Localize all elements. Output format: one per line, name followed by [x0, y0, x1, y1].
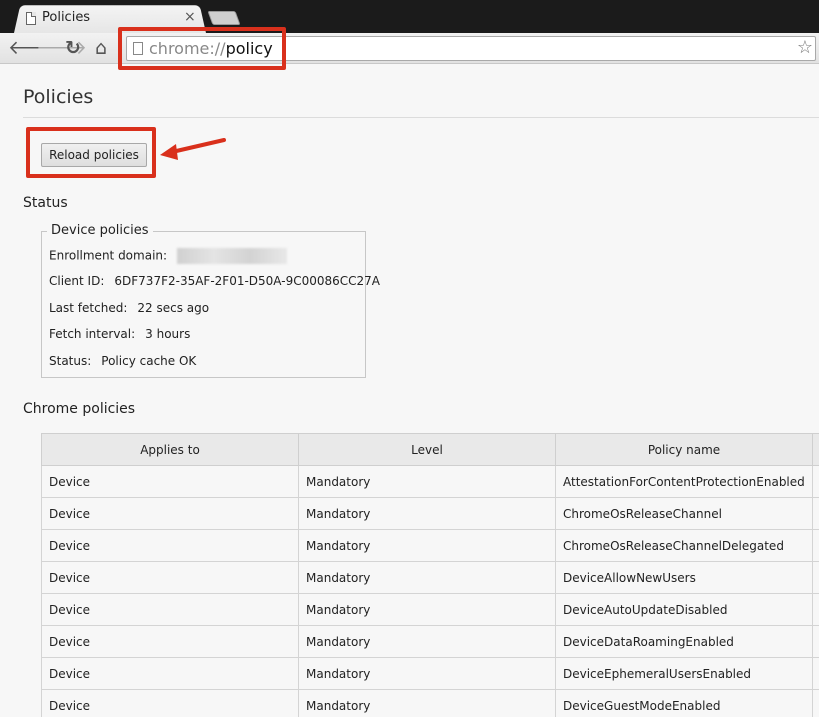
cell-policy-name: ChromeOsReleaseChannel: [555, 497, 813, 530]
column-header-level[interactable]: Level: [298, 433, 556, 466]
cell-overflow: [812, 561, 819, 594]
document-icon: [26, 12, 36, 25]
cell-applies-to: Device: [41, 465, 299, 498]
status-value: Policy cache OK: [101, 354, 197, 368]
cell-overflow: [812, 465, 819, 498]
cell-policy-name: AttestationForContentProtectionEnabled: [555, 465, 813, 498]
cell-policy-name: DeviceAutoUpdateDisabled: [555, 593, 813, 626]
tab-title: Policies: [42, 10, 91, 25]
tab-close-icon[interactable]: ×: [184, 9, 196, 25]
fetch-interval-row: Fetch interval: 3 hours: [49, 327, 190, 341]
page-title: Policies: [23, 86, 94, 108]
last-fetched-row: Last fetched: 22 secs ago: [49, 301, 209, 315]
cell-policy-name: DeviceAllowNewUsers: [555, 561, 813, 594]
cell-overflow: [812, 689, 819, 717]
cell-overflow: [812, 657, 819, 690]
cell-level: Mandatory: [298, 465, 556, 498]
cell-applies-to: Device: [41, 625, 299, 658]
red-arrow-icon: [160, 138, 226, 160]
status-label: Client ID:: [49, 274, 105, 288]
status-label: Fetch interval:: [49, 327, 136, 341]
status-heading: Status: [23, 195, 68, 211]
cell-applies-to: Device: [41, 593, 299, 626]
cell-level: Mandatory: [298, 689, 556, 717]
cell-applies-to: Device: [41, 689, 299, 717]
cell-level: Mandatory: [298, 561, 556, 594]
cell-level: Mandatory: [298, 593, 556, 626]
enrollment-domain-value-redacted: [177, 248, 288, 264]
cell-applies-to: Device: [41, 529, 299, 562]
cell-overflow: [812, 593, 819, 626]
policy-table: Applies to Level Policy name Device Manda…: [41, 433, 819, 717]
table-row: Device Mandatory ChromeOsReleaseChannel: [41, 497, 819, 530]
cell-level: Mandatory: [298, 497, 556, 530]
column-header-policy-name[interactable]: Policy name: [555, 433, 813, 466]
table-row: Device Mandatory DeviceDataRoamingEnabled: [41, 625, 819, 658]
cell-policy-name: ChromeOsReleaseChannelDelegated: [555, 529, 813, 562]
table-row: Device Mandatory DeviceAllowNewUsers: [41, 561, 819, 594]
status-label: Last fetched:: [49, 301, 128, 315]
cell-applies-to: Device: [41, 497, 299, 530]
table-header-row: Applies to Level Policy name: [41, 433, 819, 466]
status-value: 22 secs ago: [137, 301, 210, 315]
table-row: Device Mandatory DeviceAutoUpdateDisabled: [41, 593, 819, 626]
cell-policy-name: DeviceDataRoamingEnabled: [555, 625, 813, 658]
status-row: Status: Policy cache OK: [49, 354, 196, 368]
column-header-overflow: [812, 433, 819, 466]
url-highlight-box: [118, 27, 286, 70]
status-label: Enrollment domain:: [49, 248, 168, 263]
cell-overflow: [812, 625, 819, 658]
reload-icon[interactable]: ↻: [65, 37, 81, 59]
cell-overflow: [812, 529, 819, 562]
cell-applies-to: Device: [41, 657, 299, 690]
column-header-applies-to[interactable]: Applies to: [41, 433, 299, 466]
status-value: 6DF737F2-35AF-2F01-D50A-9C00086CC27A: [114, 274, 380, 288]
table-row: Device Mandatory DeviceGuestModeEnabled: [41, 689, 819, 717]
status-label: Status:: [49, 354, 92, 368]
cell-applies-to: Device: [41, 561, 299, 594]
home-icon[interactable]: ⌂: [95, 37, 107, 59]
device-policies-legend: Device policies: [47, 223, 153, 238]
cell-level: Mandatory: [298, 529, 556, 562]
enrollment-domain-row: Enrollment domain:: [49, 248, 288, 264]
table-row: Device Mandatory AttestationForContentProt…: [41, 465, 819, 498]
cell-level: Mandatory: [298, 657, 556, 690]
table-row: Device Mandatory ChromeOsReleaseChannelDel…: [41, 529, 819, 562]
cell-level: Mandatory: [298, 625, 556, 658]
title-divider: [23, 117, 819, 118]
cell-policy-name: DeviceGuestModeEnabled: [555, 689, 813, 717]
new-tab-button[interactable]: [207, 11, 241, 25]
client-id-row: Client ID: 6DF737F2-35AF-2F01-D50A-9C0008…: [49, 274, 380, 288]
table-row: Device Mandatory DeviceEphemeralUsersEnabl…: [41, 657, 819, 690]
status-value: 3 hours: [145, 327, 191, 341]
reload-button-highlight-box: [26, 127, 156, 178]
chrome-policies-heading: Chrome policies: [23, 401, 136, 417]
star-icon[interactable]: ☆: [797, 37, 813, 58]
cell-overflow: [812, 497, 819, 530]
cell-policy-name: DeviceEphemeralUsersEnabled: [555, 657, 813, 690]
